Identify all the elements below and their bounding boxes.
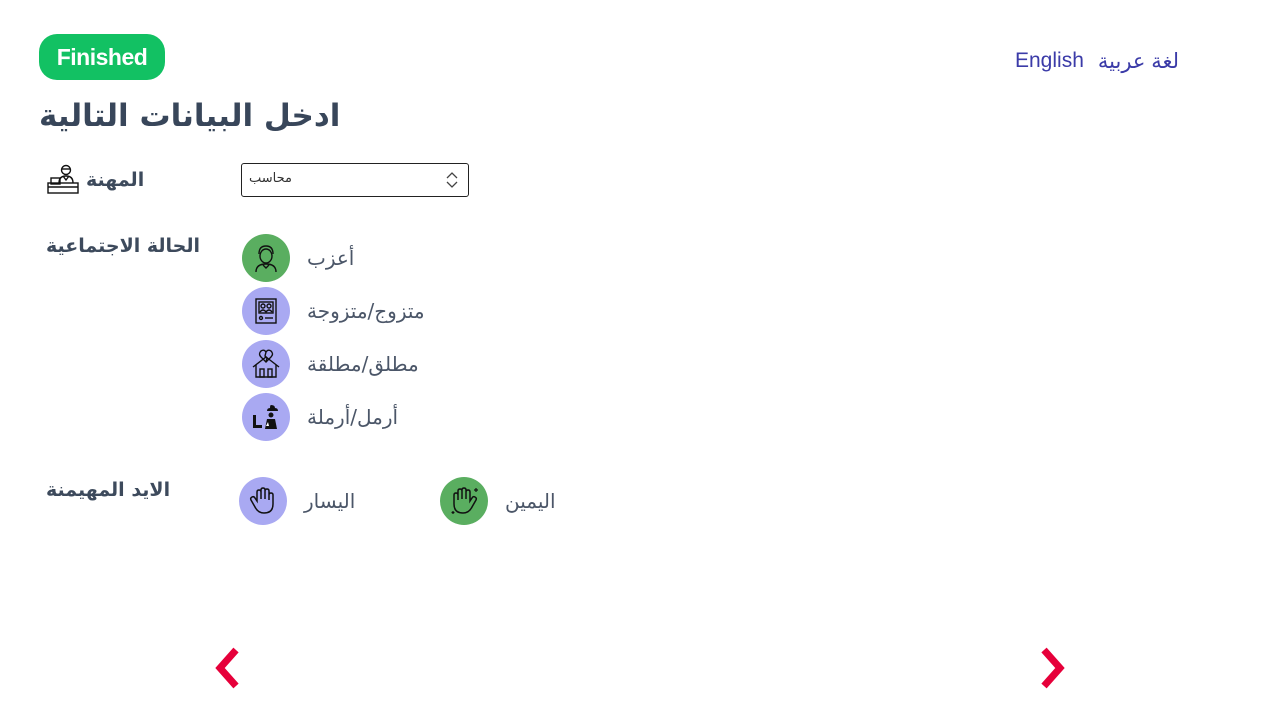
- option-label: مطلق/مطلقة: [307, 352, 419, 376]
- marital-option-married[interactable]: متزوج/متزوجة: [242, 287, 425, 335]
- chevron-right-icon[interactable]: [1034, 646, 1074, 690]
- single-person-icon: [255, 245, 277, 273]
- marital-status-label: الحالة الاجتماعية: [46, 235, 200, 257]
- marital-option-single[interactable]: أعزب: [242, 234, 354, 282]
- profession-select-value: محاسب: [249, 171, 292, 186]
- option-circle: [242, 393, 290, 441]
- page: Finished English لغة عربية ادخل البيانات…: [0, 0, 1280, 720]
- english-language-link[interactable]: English: [1015, 49, 1084, 73]
- hand-option-left[interactable]: اليسار: [239, 477, 355, 525]
- broken-home-icon: [252, 349, 280, 378]
- right-hand-icon: [451, 487, 478, 514]
- option-circle: [242, 234, 290, 282]
- chevron-left-icon[interactable]: [206, 646, 246, 690]
- option-circle: [440, 477, 488, 525]
- page-title: ادخل البيانات التالية: [39, 98, 341, 134]
- option-circle: [242, 287, 290, 335]
- accountant-icon: [47, 164, 79, 194]
- option-label: أرمل/أرملة: [307, 405, 399, 429]
- option-label: اليمين: [505, 489, 556, 513]
- option-circle: [242, 340, 290, 388]
- dominant-hand-label: الايد المهيمنة: [46, 479, 171, 501]
- chevron-up-down-icon: [446, 172, 458, 188]
- hand-option-right[interactable]: اليمين: [440, 477, 556, 525]
- option-label: أعزب: [307, 246, 355, 270]
- option-label: اليسار: [304, 489, 356, 513]
- widow-grave-icon: [253, 405, 278, 429]
- profession-select[interactable]: محاسب: [241, 163, 469, 197]
- option-label: متزوج/متزوجة: [307, 299, 425, 323]
- arabic-language-link[interactable]: لغة عربية: [1098, 49, 1179, 74]
- marital-option-widowed[interactable]: أرمل/أرملة: [242, 393, 398, 441]
- left-hand-icon: [249, 487, 274, 514]
- option-circle: [239, 477, 287, 525]
- marital-option-divorced[interactable]: مطلق/مطلقة: [242, 340, 419, 388]
- wedding-photo-icon: [255, 298, 277, 324]
- language-switcher: English لغة عربية: [1015, 47, 1179, 75]
- finished-badge[interactable]: Finished: [39, 34, 165, 80]
- profession-label: المهنة: [86, 169, 145, 191]
